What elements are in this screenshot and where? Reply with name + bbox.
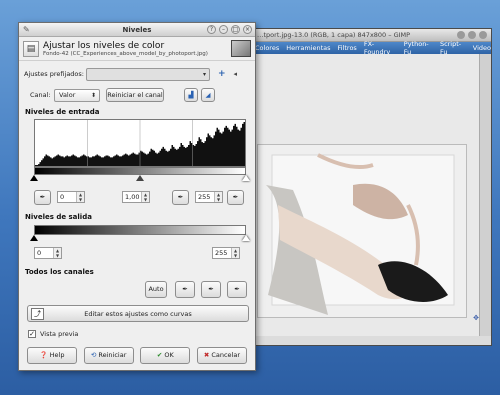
preset-menu-icon[interactable]: ◂ [234, 70, 238, 78]
header-title: Ajustar los niveles de color [43, 40, 165, 51]
minimize-icon[interactable]: – [219, 25, 228, 34]
gimp-window-title: …tport.jpg-13.0 (RGB, 1 capa) 847x800 – … [257, 31, 411, 39]
linear-histogram-icon[interactable]: ▟ [184, 88, 198, 102]
presets-row: Ajustes prefijados: ▾ + ◂ [19, 67, 255, 81]
dialog-buttons: ❓ Help ⟲ Reiniciar ✔ OK ✖ Cancelar [19, 346, 255, 364]
input-gamma-spin[interactable]: 1,00 ▲ ▼ [122, 191, 150, 203]
minimize-icon[interactable] [457, 31, 465, 39]
channel-label: Canal: [30, 91, 51, 99]
header-subtitle: Fondo-42 (CC_Experiences_above_model_by_… [43, 50, 208, 57]
help-button[interactable]: ❓ Help [27, 346, 77, 364]
check-icon: ✔ [156, 351, 163, 359]
dialog-titlebar: ✎ Niveles ? – □ × [19, 23, 255, 37]
output-gradient-bar [34, 225, 246, 235]
channel-combo[interactable]: Valor ⬍ [54, 88, 100, 102]
close-icon[interactable] [479, 31, 487, 39]
preview-label: Vista previa [40, 330, 79, 338]
menu-video[interactable]: Video [473, 44, 491, 52]
histogram [34, 119, 246, 167]
white-point-handle[interactable] [242, 175, 250, 181]
menu-herramientas[interactable]: Herramientas [286, 44, 330, 52]
image-canvas[interactable]: ✥ [247, 54, 481, 336]
chevron-down-icon: ▾ [202, 70, 206, 78]
all-channels-row: Auto ✒ ✒ ✒ [19, 280, 255, 298]
preview-checkbox[interactable]: ✓ [28, 330, 36, 338]
help-icon: ❓ [39, 351, 48, 359]
menu-colores[interactable]: Colores [255, 44, 279, 52]
edit-as-curves-button[interactable]: ⤴ Editar estos ajustes como curvas [27, 305, 249, 322]
presets-label: Ajustes prefijados: [24, 70, 84, 78]
reset-icon: ⟲ [90, 351, 97, 359]
input-gradient-bar [34, 167, 246, 175]
reset-button[interactable]: ⟲ Reiniciar [83, 346, 134, 364]
photo-image [257, 144, 467, 318]
white-eyedropper-icon[interactable]: ✒ [227, 189, 244, 205]
close-icon[interactable]: × [243, 25, 252, 34]
input-high-spin[interactable]: 255 ▲ ▼ [195, 191, 223, 203]
maximize-icon[interactable] [468, 31, 476, 39]
reset-channel-button[interactable]: Reiniciar el canal [106, 88, 164, 102]
output-levels-label: Niveles de salida [25, 213, 92, 221]
black-point-handle[interactable] [30, 175, 38, 181]
gimp-app-icon: ✎ [23, 25, 30, 34]
gamma-handle[interactable] [136, 175, 144, 181]
output-low-spin[interactable]: 0 ▲ ▼ [34, 247, 62, 259]
output-high-handle[interactable] [242, 235, 250, 241]
channel-row: Canal: Valor ⬍ Reiniciar el canal ▟ ◢ [19, 87, 255, 103]
gray-eyedropper-icon[interactable]: ✒ [172, 189, 189, 205]
input-levels-label: Niveles de entrada [25, 108, 100, 116]
all-channels-label: Todos los canales [25, 268, 94, 276]
dialog-header: ▤ Ajustar los niveles de color Fondo-42 … [19, 37, 255, 61]
input-low-spin[interactable]: 0 ▲ ▼ [57, 191, 85, 203]
ok-button[interactable]: ✔ OK [140, 346, 191, 364]
input-values-row: ✒ 0 ▲ ▼ 1,00 ▲ ▼ ✒ 255 ▲ ▼ ✒ [19, 189, 255, 205]
black-eyedropper-icon[interactable]: ✒ [34, 189, 51, 205]
add-preset-icon[interactable]: + [218, 69, 226, 79]
gimp-menubar: Colores Herramientas Filtros FX-Foundry … [247, 40, 491, 56]
histogram-plot [35, 120, 245, 166]
log-histogram-icon[interactable]: ◢ [201, 88, 215, 102]
black-picker-all-icon[interactable]: ✒ [175, 280, 195, 298]
menu-filtros[interactable]: Filtros [338, 44, 357, 52]
input-slider[interactable] [30, 175, 250, 183]
output-slider[interactable] [30, 235, 250, 243]
curves-icon: ⤴ [31, 307, 44, 320]
gimp-image-window: …tport.jpg-13.0 (RGB, 1 capa) 847x800 – … [246, 28, 492, 346]
vertical-scrollbar[interactable] [479, 54, 491, 336]
levels-icon: ▤ [23, 40, 39, 57]
cancel-button[interactable]: ✖ Cancelar [196, 346, 247, 364]
gray-picker-all-icon[interactable]: ✒ [201, 280, 221, 298]
presets-combo[interactable]: ▾ [86, 67, 210, 81]
levels-dialog: ✎ Niveles ? – □ × ▤ Ajustar los niveles … [18, 22, 256, 371]
cancel-icon: ✖ [203, 351, 210, 359]
white-picker-all-icon[interactable]: ✒ [227, 280, 247, 298]
chevron-updown-icon: ⬍ [90, 91, 96, 99]
output-values-row: 0 ▲ ▼ 255 ▲ ▼ [19, 246, 255, 260]
image-thumbnail [231, 40, 251, 57]
auto-button[interactable]: Auto [145, 280, 167, 298]
output-low-handle[interactable] [30, 235, 38, 241]
output-high-spin[interactable]: 255 ▲ ▼ [212, 247, 240, 259]
maximize-icon[interactable]: □ [231, 25, 240, 34]
help-title-icon[interactable]: ? [207, 25, 216, 34]
preview-row: ✓ Vista previa [19, 328, 255, 340]
